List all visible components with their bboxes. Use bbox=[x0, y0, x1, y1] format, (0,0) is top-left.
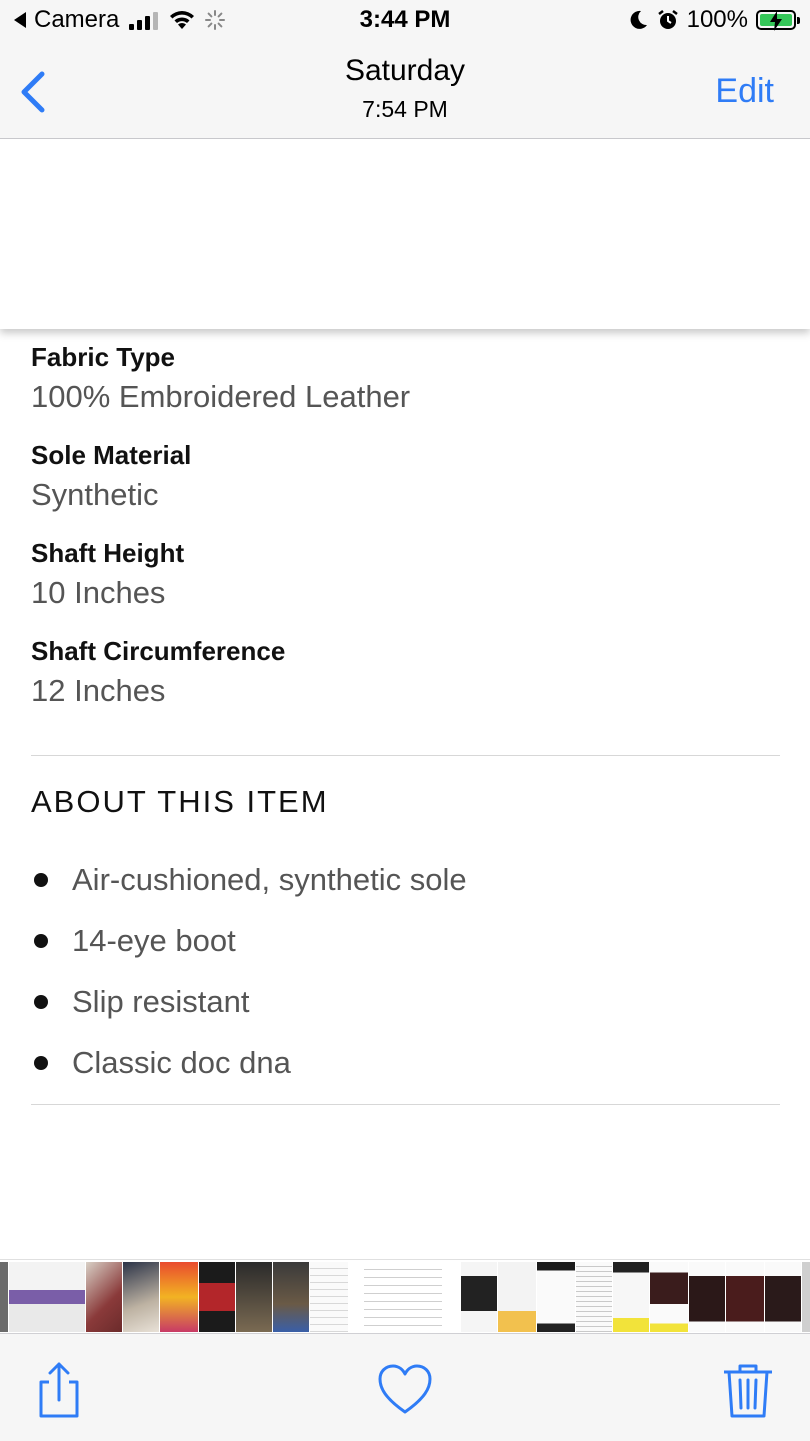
photo-thumbnail[interactable] bbox=[364, 1262, 442, 1332]
battery-percent: 100% bbox=[686, 6, 748, 33]
nav-title: Saturday bbox=[344, 54, 466, 87]
nav-subtitle: 7:54 PM bbox=[362, 96, 448, 122]
bullet-text: Classic doc dna bbox=[72, 1044, 291, 1080]
bullet-text: 14-eye boot bbox=[72, 922, 236, 958]
status-bar: Camera 3:44 PM 100% bbox=[0, 0, 810, 44]
photo-thumbnail[interactable] bbox=[726, 1262, 764, 1332]
spec-label: Shaft Circumference bbox=[31, 636, 286, 666]
bullet-text: Slip resistant bbox=[72, 983, 250, 1019]
spec-value: 100% Embroidered Leather bbox=[31, 379, 411, 414]
spec-list: Fabric Type 100% Embroidered Leather Sol… bbox=[31, 339, 781, 731]
page-header-card bbox=[0, 139, 810, 329]
photo-thumbnail[interactable] bbox=[199, 1262, 235, 1332]
photo-thumbnail[interactable] bbox=[236, 1262, 272, 1332]
photo-thumbnail[interactable] bbox=[310, 1262, 348, 1332]
thumbnail-filmstrip[interactable] bbox=[0, 1259, 810, 1334]
list-item: Slip resistant bbox=[31, 971, 467, 1032]
photo-thumbnail[interactable] bbox=[498, 1262, 536, 1332]
list-item: Classic doc dna bbox=[31, 1032, 467, 1093]
photo-thumbnail[interactable] bbox=[461, 1262, 497, 1332]
spec-label: Sole Material bbox=[31, 440, 192, 470]
bullet-text: Air-cushioned, synthetic sole bbox=[72, 861, 467, 897]
bullet-icon bbox=[34, 933, 48, 948]
spec-shaft-circumference: Shaft Circumference 12 Inches bbox=[31, 633, 781, 713]
navigation-bar: Saturday 7:54 PM Edit bbox=[0, 44, 810, 139]
photo-thumbnail[interactable] bbox=[537, 1262, 575, 1332]
battery-icon bbox=[756, 10, 800, 31]
share-icon[interactable] bbox=[29, 1360, 89, 1420]
list-item: 14-eye boot bbox=[31, 910, 467, 971]
trash-icon[interactable] bbox=[718, 1360, 778, 1420]
photo-thumbnail[interactable] bbox=[650, 1262, 688, 1332]
edit-button[interactable]: Edit bbox=[715, 72, 774, 111]
photo-viewer[interactable]: Fabric Type 100% Embroidered Leather Sol… bbox=[0, 139, 810, 1259]
about-bullet-list: Air-cushioned, synthetic sole 14-eye boo… bbox=[31, 849, 467, 1093]
spec-value: 10 Inches bbox=[31, 575, 166, 610]
spec-label: Shaft Height bbox=[31, 538, 185, 568]
photo-thumbnail[interactable] bbox=[86, 1262, 122, 1332]
spec-sole-material: Sole Material Synthetic bbox=[31, 437, 781, 517]
photo-thumbnail[interactable] bbox=[576, 1262, 612, 1332]
photo-thumbnail[interactable] bbox=[123, 1262, 159, 1332]
about-section-title: ABOUT THIS ITEM bbox=[31, 784, 329, 819]
photo-thumbnail[interactable] bbox=[9, 1262, 85, 1332]
photo-thumbnail[interactable] bbox=[273, 1262, 309, 1332]
list-item: Air-cushioned, synthetic sole bbox=[31, 849, 467, 910]
divider bbox=[31, 755, 780, 756]
do-not-disturb-moon-icon bbox=[630, 10, 647, 29]
photo-thumbnail[interactable] bbox=[613, 1262, 649, 1332]
photo-thumbnail[interactable] bbox=[0, 1262, 8, 1332]
photo-thumbnail[interactable] bbox=[765, 1262, 801, 1332]
photo-thumbnail[interactable] bbox=[802, 1262, 810, 1332]
spec-value: Synthetic bbox=[31, 477, 159, 512]
spec-shaft-height: Shaft Height 10 Inches bbox=[31, 535, 781, 615]
photo-thumbnail[interactable] bbox=[160, 1262, 198, 1332]
bullet-icon bbox=[34, 1055, 48, 1070]
photo-thumbnail[interactable] bbox=[689, 1262, 725, 1332]
heart-icon[interactable] bbox=[375, 1360, 435, 1420]
bullet-icon bbox=[34, 994, 48, 1009]
alarm-clock-icon bbox=[657, 10, 678, 29]
status-right: 100% bbox=[627, 6, 800, 34]
spec-label: Fabric Type bbox=[31, 342, 176, 372]
divider bbox=[31, 1104, 780, 1105]
bullet-icon bbox=[34, 872, 48, 887]
bottom-toolbar bbox=[0, 1333, 810, 1441]
spec-fabric-type: Fabric Type 100% Embroidered Leather bbox=[31, 339, 781, 419]
spec-value: 12 Inches bbox=[31, 673, 166, 708]
